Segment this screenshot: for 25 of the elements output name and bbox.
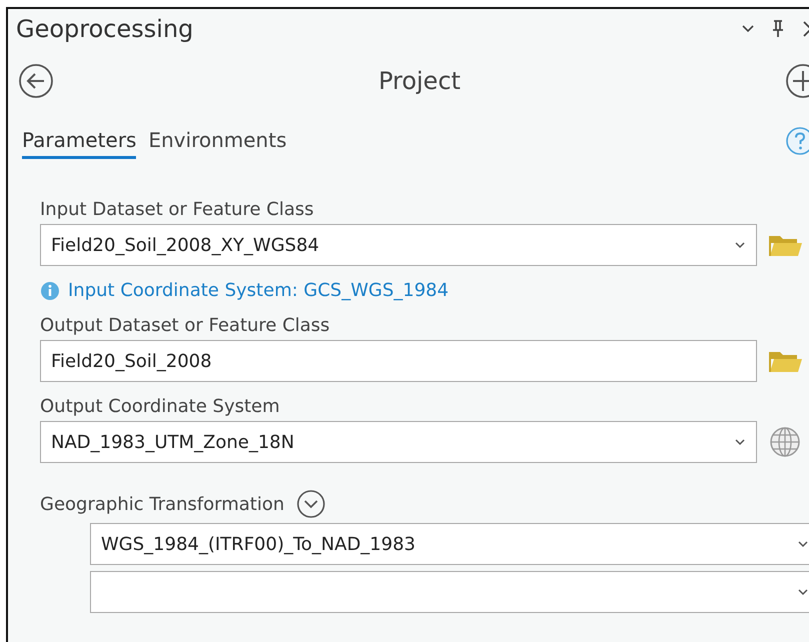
caret-icon	[734, 438, 746, 446]
back-icon[interactable]	[18, 63, 54, 99]
caret-icon	[734, 241, 746, 249]
tool-title: Project	[377, 67, 462, 95]
info-icon	[40, 280, 60, 300]
field-label: Output Coordinate System	[40, 396, 281, 417]
window-title: Geoprocessing	[16, 15, 194, 43]
info-message: Input Coordinate System: GCS_WGS_1984	[68, 280, 449, 301]
text-field[interactable]: Field20_Soil_2008	[40, 340, 757, 382]
dropdown-field[interactable]: WGS_1984_(ITRF00)_To_NAD_1983	[90, 523, 809, 565]
pin-icon[interactable]	[771, 19, 785, 39]
dropdown-field[interactable]: Field20_Soil_2008_XY_WGS84	[40, 224, 757, 266]
dropdown-field[interactable]: NAD_1983_UTM_Zone_18N	[40, 421, 757, 463]
globe-icon[interactable]	[769, 426, 801, 458]
field-label: Input Dataset or Feature Class	[40, 199, 315, 220]
dropdown-field[interactable]	[90, 571, 809, 613]
collapse-icon[interactable]	[296, 489, 326, 519]
field-label: Geographic Transformation	[40, 494, 284, 514]
help-icon[interactable]	[785, 126, 809, 156]
field-label: Output Dataset or Feature Class	[40, 315, 331, 336]
caret-icon	[797, 588, 809, 596]
chevron-down-icon[interactable]	[741, 24, 755, 34]
tab[interactable]: Parameters	[22, 124, 136, 158]
caret-icon	[797, 540, 809, 548]
tab[interactable]: Environments	[148, 124, 287, 158]
